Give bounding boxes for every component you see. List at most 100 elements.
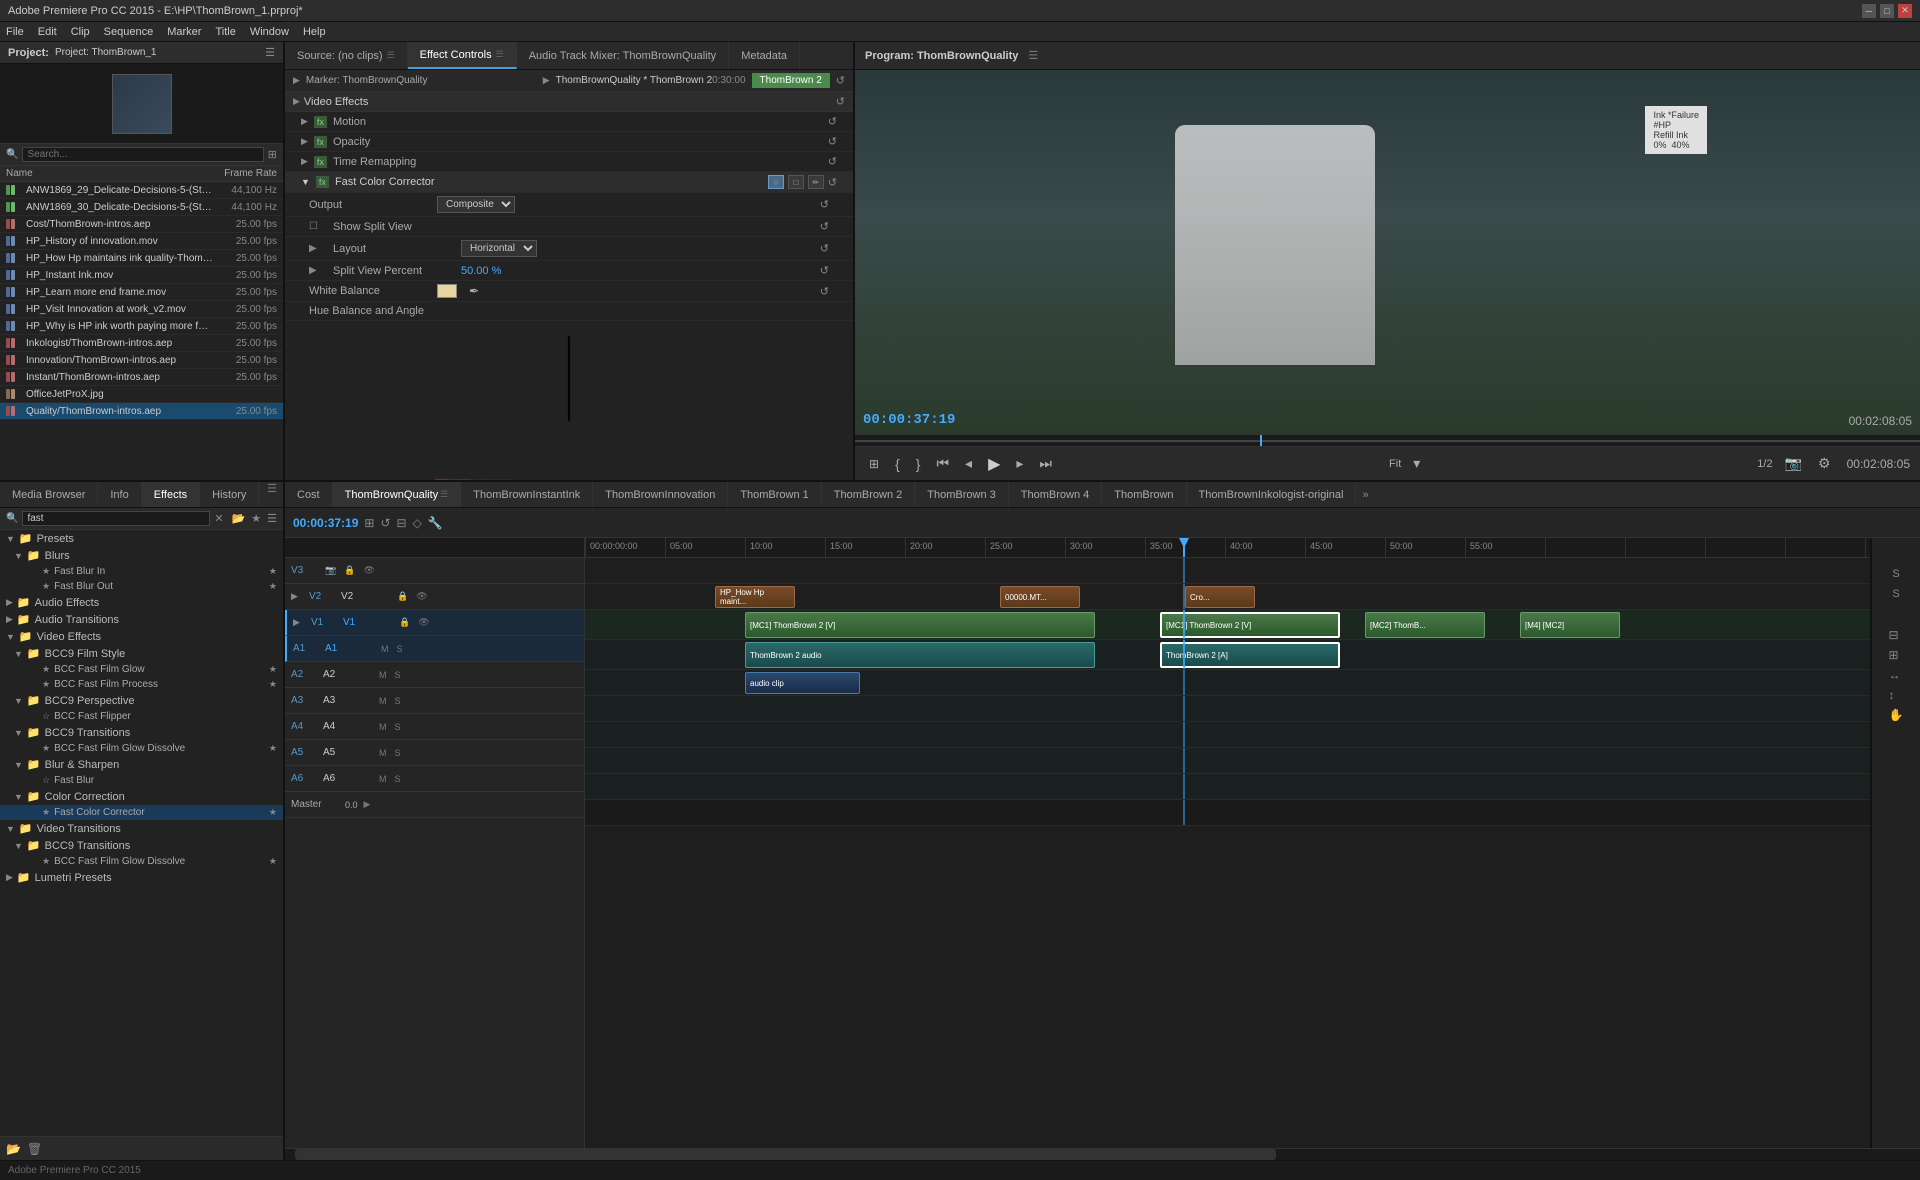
clip-a2-1[interactable]: audio clip bbox=[745, 672, 860, 694]
monitor-menu-btn[interactable]: ⊞ bbox=[865, 455, 883, 473]
tl-marker-btn[interactable]: ◇ bbox=[413, 516, 422, 530]
folder-audio-effects[interactable]: ▶ 📁 Audio Effects bbox=[0, 594, 283, 611]
time-remap-reset[interactable]: ↺ bbox=[828, 155, 837, 168]
section-reset[interactable]: ↺ bbox=[836, 95, 845, 108]
item-bcc-fast-film-glow-dissolve[interactable]: ★ BCC Fast Film Glow Dissolve ★ bbox=[0, 741, 283, 756]
clip-v1-2[interactable]: [MC1] ThomBrown 2 [V] bbox=[1160, 612, 1340, 638]
item-fast-blur-in[interactable]: ★ Fast Blur In ★ bbox=[0, 564, 283, 579]
star-right-icon[interactable]: ★ bbox=[269, 664, 277, 675]
menu-edit[interactable]: Edit bbox=[38, 26, 57, 38]
slide-icon[interactable]: ↕ bbox=[1889, 688, 1904, 702]
maximize-button[interactable]: □ bbox=[1880, 4, 1894, 18]
new-folder-btn[interactable]: 📂 bbox=[232, 512, 246, 525]
white-balance-color[interactable] bbox=[437, 284, 457, 298]
master-play-btn[interactable]: ▶ bbox=[362, 798, 373, 811]
tl-tab-innovation[interactable]: ThomBrownInnovation bbox=[593, 482, 728, 507]
output-select[interactable]: Composite Luma bbox=[437, 196, 515, 213]
layout-reset[interactable]: ↺ bbox=[820, 242, 829, 255]
tab-ec-menu[interactable]: ☰ bbox=[496, 49, 504, 60]
folder-video-effects[interactable]: ▼ 📁 Video Effects bbox=[0, 628, 283, 645]
hue-wheel-container[interactable] bbox=[285, 321, 853, 480]
svp-reset[interactable]: ↺ bbox=[820, 264, 829, 277]
tab-effects[interactable]: Effects bbox=[142, 482, 200, 507]
star-right-icon[interactable]: ★ bbox=[269, 581, 277, 592]
star-right-icon[interactable]: ★ bbox=[269, 743, 277, 754]
list-item[interactable]: Quality/ThomBrown-intros.aep 25.00 fps bbox=[0, 403, 283, 420]
hand-icon[interactable]: ✋ bbox=[1889, 708, 1904, 722]
new-bin-icon[interactable]: 📂 bbox=[6, 1142, 21, 1156]
tab-source-menu[interactable]: ☰ bbox=[387, 50, 395, 61]
folder-bcc9-transitions-ve[interactable]: ▼ 📁 BCC9 Transitions bbox=[0, 724, 283, 741]
clip-v2-2[interactable]: 00000.MT... bbox=[1000, 586, 1080, 608]
tl-tab-inkologist[interactable]: ThomBrownInkologist-original bbox=[1187, 482, 1357, 507]
a4-s-btn[interactable]: S bbox=[393, 721, 403, 733]
zoom-select-btn[interactable]: ▾ bbox=[1409, 453, 1424, 474]
scrollbar-thumb[interactable] bbox=[295, 1149, 1276, 1160]
white-balance-eyedropper[interactable]: ✒ bbox=[469, 284, 479, 298]
list-item[interactable]: Cost/ThomBrown-intros.aep 25.00 fps bbox=[0, 216, 283, 233]
a6-m-btn[interactable]: M bbox=[377, 773, 389, 785]
menu-window[interactable]: Window bbox=[250, 26, 289, 38]
tl-settings-btn[interactable]: 🔧 bbox=[428, 516, 443, 530]
tl-tabs-overflow[interactable]: » bbox=[1356, 489, 1374, 501]
a2-s-btn[interactable]: S bbox=[393, 669, 403, 681]
a1-m-btn[interactable]: M bbox=[379, 643, 391, 655]
effects-list-btn[interactable]: ☰ bbox=[267, 512, 277, 525]
list-item[interactable]: ANW1869_30_Delicate-Decisions-5-(Sting).… bbox=[0, 199, 283, 216]
star-right-icon[interactable]: ★ bbox=[269, 679, 277, 690]
star-right-icon[interactable]: ★ bbox=[269, 807, 277, 818]
project-search-input[interactable] bbox=[22, 147, 263, 162]
menu-clip[interactable]: Clip bbox=[71, 26, 90, 38]
tl-tab-cost[interactable]: Cost bbox=[285, 482, 333, 507]
timeline-ruler[interactable]: 00:00:00:00 05:00 10:00 15:00 20:00 25:0… bbox=[585, 538, 1870, 558]
list-item[interactable]: HP_Why is HP ink worth paying more for-T… bbox=[0, 318, 283, 335]
list-item[interactable]: HP_Visit Innovation at work_v2.mov 25.00… bbox=[0, 301, 283, 318]
list-item[interactable]: Innovation/ThomBrown-intros.aep 25.00 fp… bbox=[0, 352, 283, 369]
tl-tab-instant-ink[interactable]: ThomBrownInstantInk bbox=[461, 482, 593, 507]
folder-presets[interactable]: ▼ 📁 Presets bbox=[0, 530, 283, 547]
fcc-reset[interactable]: ↺ bbox=[828, 176, 837, 189]
reset-icon[interactable]: ↺ bbox=[836, 74, 845, 87]
folder-blurs[interactable]: ▼ 📁 Blurs bbox=[0, 547, 283, 564]
v3-lock-btn[interactable]: 🔒 bbox=[342, 564, 357, 577]
tab-media-browser[interactable]: Media Browser bbox=[0, 482, 98, 507]
circle-icon[interactable]: ○ bbox=[768, 175, 784, 189]
clip-v2-3[interactable]: Cro... bbox=[1185, 586, 1255, 608]
item-bcc-fast-film-glow[interactable]: ★ BCC Fast Film Glow ★ bbox=[0, 662, 283, 677]
a1-s-btn[interactable]: S bbox=[395, 643, 405, 655]
program-menu-icon[interactable]: ☰ bbox=[1028, 49, 1038, 62]
timeline-timecode[interactable]: 00:00:37:19 bbox=[293, 516, 358, 530]
split-view-reset[interactable]: ↺ bbox=[820, 220, 829, 233]
white-balance-reset[interactable]: ↺ bbox=[820, 285, 829, 298]
slip-icon[interactable]: ↔ bbox=[1889, 668, 1904, 682]
close-button[interactable]: ✕ bbox=[1898, 4, 1912, 18]
a5-m-btn[interactable]: M bbox=[377, 747, 389, 759]
split-view-checkbox[interactable]: ☐ bbox=[309, 221, 325, 232]
go-in-btn[interactable]: ⏮ bbox=[932, 453, 953, 474]
clip-v2-1[interactable]: HP_How Hp maint... bbox=[715, 586, 795, 608]
tab-audio-mixer[interactable]: Audio Track Mixer: ThomBrownQuality bbox=[517, 42, 729, 69]
output-reset[interactable]: ↺ bbox=[820, 198, 829, 211]
list-item[interactable]: HP_Learn more end frame.mov 25.00 fps bbox=[0, 284, 283, 301]
video-effects-section[interactable]: ▶ Video Effects ↺ bbox=[285, 92, 853, 112]
item-bcc-fast-film-glow-dissolve2[interactable]: ★ BCC Fast Film Glow Dissolve ★ bbox=[0, 854, 283, 869]
clear-search-btn[interactable]: ✕ bbox=[214, 512, 223, 525]
a3-m-btn[interactable]: M bbox=[377, 695, 389, 707]
tab-effect-controls[interactable]: Effect Controls ☰ bbox=[408, 42, 517, 69]
project-icon-list[interactable]: ⊞ bbox=[268, 148, 277, 161]
list-item[interactable]: Inkologist/ThomBrown-intros.aep 25.00 fp… bbox=[0, 335, 283, 352]
roll-icon[interactable]: ⊞ bbox=[1889, 648, 1904, 662]
folder-audio-transitions[interactable]: ▶ 📁 Audio Transitions bbox=[0, 611, 283, 628]
list-item[interactable]: HP_History of innovation.mov 25.00 fps bbox=[0, 233, 283, 250]
tl-tab-thombrown-quality[interactable]: ThomBrownQuality ☰ bbox=[333, 482, 462, 507]
folder-blur-sharpen[interactable]: ▼ 📁 Blur & Sharpen bbox=[0, 756, 283, 773]
clip-a1-1[interactable]: ThomBrown 2 audio bbox=[745, 642, 1095, 668]
a2-m-btn[interactable]: M bbox=[377, 669, 389, 681]
star-right-icon[interactable]: ★ bbox=[269, 856, 277, 867]
tl-tab-tb3[interactable]: ThomBrown 3 bbox=[915, 482, 1008, 507]
menu-help[interactable]: Help bbox=[303, 26, 326, 38]
a6-s-btn[interactable]: S bbox=[393, 773, 403, 785]
item-bcc-fast-flipper[interactable]: ☆ BCC Fast Flipper bbox=[0, 709, 283, 724]
opacity-reset[interactable]: ↺ bbox=[828, 135, 837, 148]
split-view-percent-value[interactable]: 50.00 % bbox=[461, 265, 501, 277]
